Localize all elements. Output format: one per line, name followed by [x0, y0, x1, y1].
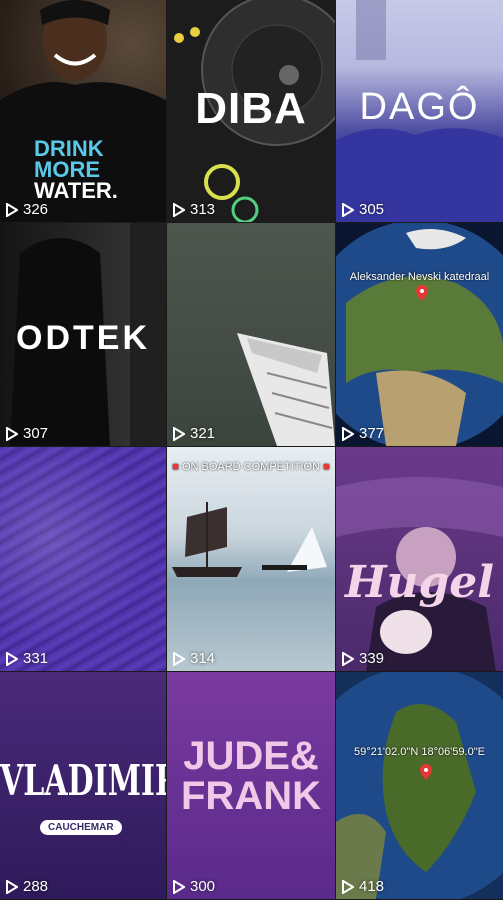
video-subtitle-badge: CAUCHEMAR: [40, 820, 122, 835]
view-count: 339: [342, 650, 384, 667]
play-icon: [342, 202, 354, 217]
viking-ship-image: [172, 502, 327, 577]
view-count: 305: [342, 201, 384, 218]
view-count: 321: [173, 425, 215, 442]
globe-map-image: [336, 223, 503, 446]
view-count: 418: [342, 878, 384, 895]
video-tile[interactable]: VLADIMIR CAUCHEMAR 288: [0, 672, 166, 899]
video-tile[interactable]: JUDE& FRANK 300: [167, 672, 335, 899]
play-icon: [342, 426, 354, 441]
view-count: 307: [6, 425, 48, 442]
play-icon: [173, 879, 185, 894]
video-title-overlay: VLADIMIR: [0, 757, 166, 806]
video-tile[interactable]: ■ ON BOARD COMPETITION ■ 314: [167, 447, 335, 671]
view-count: 288: [6, 878, 48, 895]
cruise-ship-image: [237, 333, 335, 446]
siren-emoji: ■: [323, 461, 330, 473]
video-tile[interactable]: 321: [167, 223, 335, 446]
video-tile[interactable]: DAGÔ 305: [336, 0, 503, 222]
play-icon: [342, 651, 354, 666]
play-icon: [6, 202, 18, 217]
fabric-texture: [0, 447, 166, 671]
map-pin-icon: [416, 285, 428, 301]
video-tile[interactable]: DIBA 313: [167, 0, 335, 222]
play-icon: [6, 426, 18, 441]
video-tile[interactable]: DRINK MORE WATER. 326: [0, 0, 166, 222]
shirt-text: DRINK MORE WATER.: [34, 136, 118, 203]
video-tile[interactable]: ODTEK 307: [0, 223, 166, 446]
view-count: 377: [342, 425, 384, 442]
video-grid: DRINK MORE WATER. 326 DIBA 313 DAGÔ 305 …: [0, 0, 503, 900]
video-title-overlay: ODTEK: [16, 319, 150, 357]
map-coordinates-label: 59°21'02.0"N 18°06'59.0"E: [354, 746, 485, 758]
video-title-overlay: DIBA: [195, 84, 307, 133]
view-count: 314: [173, 650, 215, 667]
video-tile[interactable]: Hugel 339: [336, 447, 503, 671]
globe-map-image: [336, 672, 503, 899]
play-icon: [6, 651, 18, 666]
view-count: 326: [6, 201, 48, 218]
view-count: 300: [173, 878, 215, 895]
view-count: 331: [6, 650, 48, 667]
video-tile[interactable]: 331: [0, 447, 166, 671]
play-icon: [342, 879, 354, 894]
play-icon: [173, 651, 185, 666]
play-icon: [173, 426, 185, 441]
video-title-overlay: JUDE& FRANK: [181, 734, 321, 818]
play-icon: [173, 202, 185, 217]
competition-banner: ■ ON BOARD COMPETITION ■: [172, 461, 330, 473]
video-title-overlay: DAGÔ: [359, 86, 480, 128]
video-title-overlay: Hugel: [344, 557, 495, 608]
view-count: 313: [173, 201, 215, 218]
video-tile[interactable]: Aleksander Nevski katedraal 377: [336, 223, 503, 446]
video-tile[interactable]: 59°21'02.0"N 18°06'59.0"E 418: [336, 672, 503, 899]
siren-emoji: ■: [172, 461, 179, 473]
map-pin-icon: [420, 764, 432, 780]
play-icon: [6, 879, 18, 894]
map-location-label: Aleksander Nevski katedraal: [349, 271, 490, 283]
